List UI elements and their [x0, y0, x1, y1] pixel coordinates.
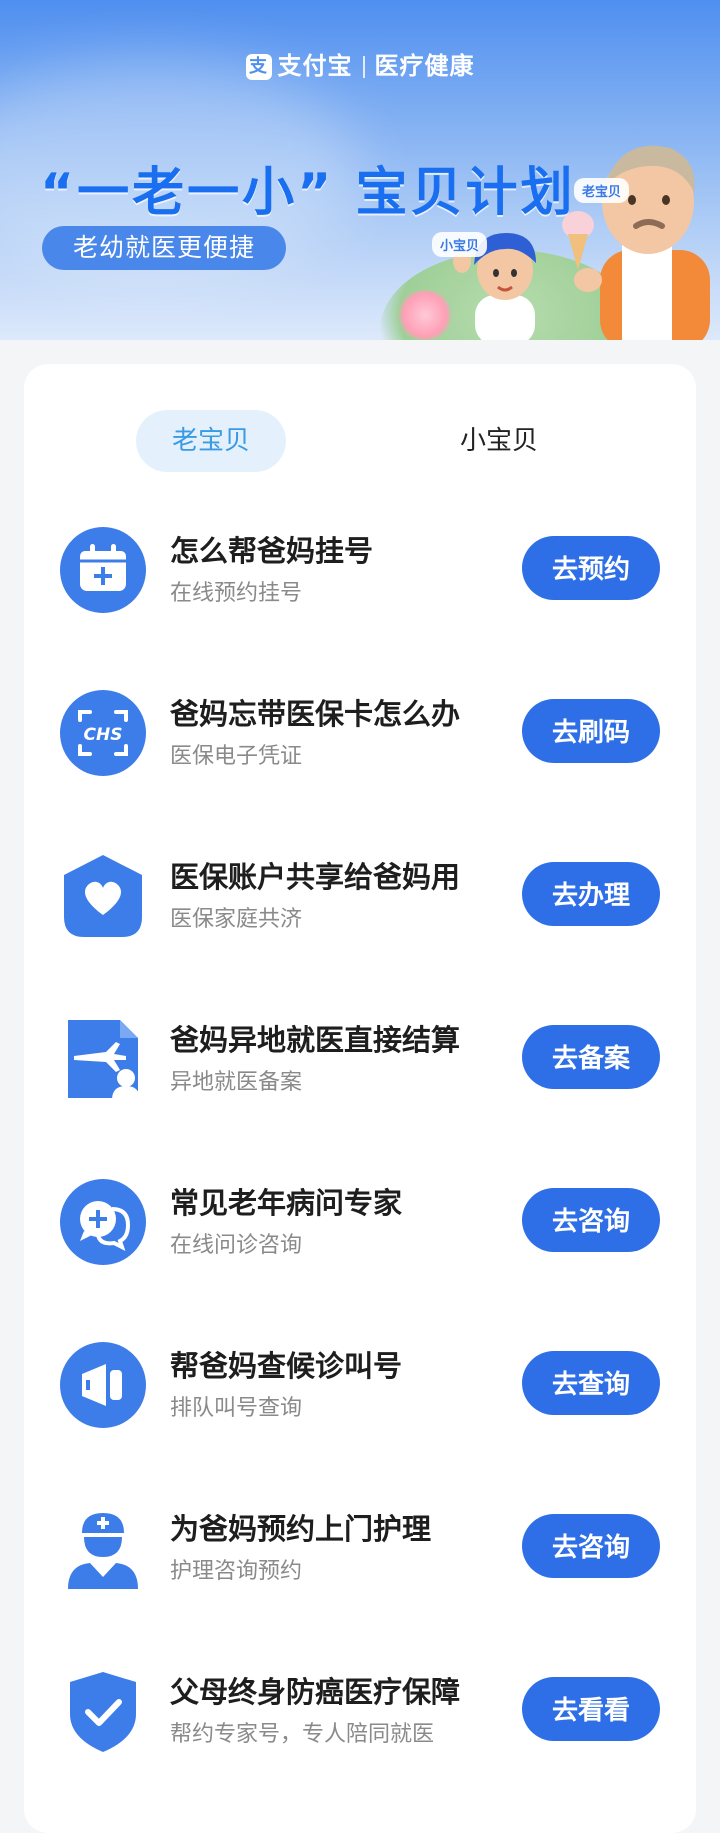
plan-title: “一老一小” 宝贝计划: [40, 163, 576, 223]
item-title: 常见老年病问专家: [170, 1186, 403, 1220]
tab-young-baby[interactable]: 小宝贝: [424, 410, 574, 472]
svg-text:CHS: CHS: [84, 725, 123, 745]
list-item[interactable]: 医保账户共享给爸妈用 医保家庭共济 去办理: [60, 850, 660, 940]
list-item[interactable]: 怎么帮爸妈挂号 在线预约挂号 去预约: [60, 524, 660, 614]
view-button[interactable]: 去看看: [522, 1677, 660, 1741]
grandpa-illustration: [562, 145, 710, 340]
item-subtitle: 排队叫号查询: [170, 1396, 303, 1421]
item-title: 父母终身防癌医疗保障: [170, 1675, 461, 1709]
item-subtitle: 帮约专家号，专人陪同就医: [170, 1722, 435, 1747]
tag-old-baby: 老宝贝: [574, 178, 630, 203]
tab-old-baby[interactable]: 老宝贝: [136, 410, 286, 472]
alipay-logo-icon: 支: [245, 54, 272, 80]
nurse-icon: [68, 1513, 138, 1589]
item-title: 爸妈异地就医直接结算: [170, 1023, 461, 1057]
list-item[interactable]: 为爸妈预约上门护理 护理咨询预约 去咨询: [60, 1502, 660, 1592]
consult-button[interactable]: 去咨询: [522, 1514, 660, 1578]
item-subtitle: 在线预约挂号: [170, 581, 303, 606]
handle-button[interactable]: 去办理: [522, 862, 660, 926]
scan-code-button[interactable]: 去刷码: [522, 699, 660, 763]
brand-name: 支付宝: [277, 52, 353, 80]
shield-check-icon: [70, 1672, 136, 1752]
item-title: 为爸妈预约上门护理: [170, 1512, 432, 1546]
query-button[interactable]: 去查询: [522, 1351, 660, 1415]
brand-section: 医疗健康: [374, 52, 475, 80]
list-item[interactable]: 父母终身防癌医疗保障 帮约专家号，专人陪同就医 去看看: [60, 1665, 660, 1755]
appointment-button[interactable]: 去预约: [522, 536, 660, 600]
calendar-add-icon: [60, 527, 146, 613]
flight-document-icon: [68, 1020, 140, 1100]
item-subtitle: 在线问诊咨询: [170, 1233, 303, 1258]
item-title: 怎么帮爸妈挂号: [170, 534, 374, 568]
brand-divider: [362, 56, 365, 78]
file-record-button[interactable]: 去备案: [522, 1025, 660, 1089]
item-title: 爸妈忘带医保卡怎么办: [170, 697, 461, 731]
consult-button[interactable]: 去咨询: [522, 1188, 660, 1252]
banner-flower: [395, 290, 455, 340]
heart-shield-icon: [64, 855, 142, 937]
list-item[interactable]: CHS 爸妈忘带医保卡怎么办 医保电子凭证 去刷码: [60, 687, 660, 777]
item-subtitle: 异地就医备案: [170, 1070, 303, 1095]
list-item[interactable]: 常见老年病问专家 在线问诊咨询 去咨询: [60, 1176, 660, 1266]
list-item[interactable]: 帮爸妈查候诊叫号 排队叫号查询 去查询: [60, 1339, 660, 1429]
tag-young-baby: 小宝贝: [432, 232, 488, 257]
chat-plus-icon: [60, 1179, 146, 1265]
item-title: 帮爸妈查候诊叫号: [170, 1349, 403, 1383]
list-item[interactable]: 爸妈异地就医直接结算 异地就医备案 去备案: [60, 1013, 660, 1103]
item-subtitle: 护理咨询预约: [170, 1559, 303, 1584]
plan-subtitle-pill: 老幼就医更便捷: [42, 226, 286, 270]
service-card: 老宝贝 小宝贝 怎么帮爸妈挂号 在线预约挂号 去预约 CHS 爸妈忘带医保卡怎么…: [24, 364, 696, 1833]
chs-scan-icon: CHS: [60, 690, 146, 776]
header-banner: 支支付宝 医疗健康 “一老一小” 宝贝计划 老幼就医更便捷 老宝贝 小宝贝: [0, 0, 720, 340]
speaker-icon: [60, 1342, 146, 1428]
item-subtitle: 医保家庭共济: [170, 907, 303, 932]
item-title: 医保账户共享给爸妈用: [170, 860, 461, 894]
item-subtitle: 医保电子凭证: [170, 744, 303, 769]
brand-header: 支支付宝 医疗健康: [0, 46, 720, 81]
